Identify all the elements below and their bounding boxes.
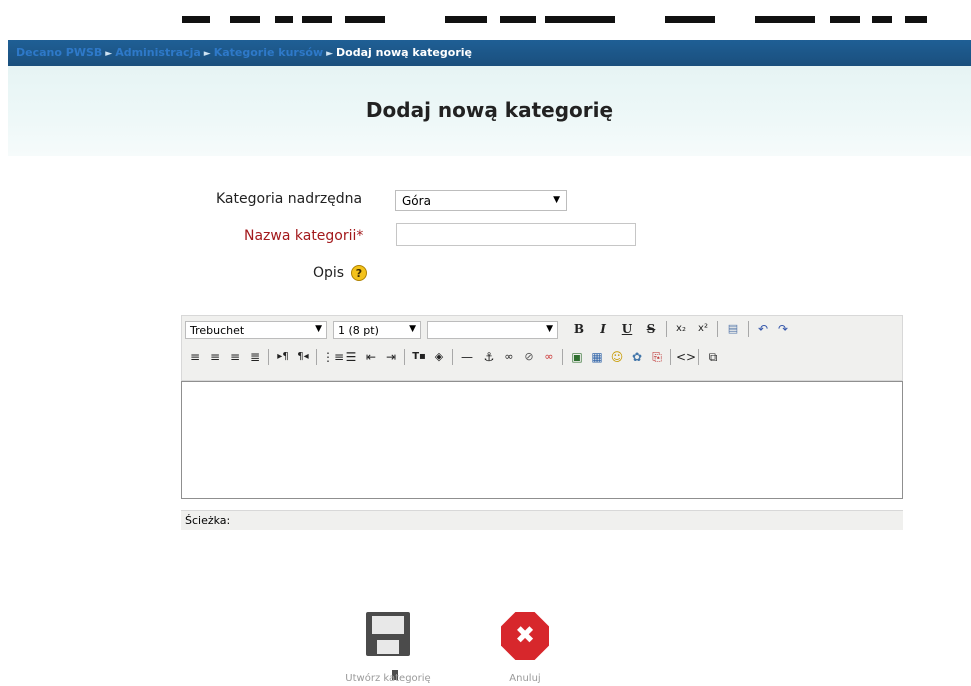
heading-band: Dodaj nową kategorię — [8, 66, 971, 156]
redo-icon[interactable]: ↷ — [774, 320, 792, 338]
help-icon[interactable]: ? — [351, 265, 367, 281]
toolbar-divider — [562, 349, 563, 365]
font-family-value: Trebuchet — [190, 324, 245, 337]
category-name-label: Nazwa kategorii* — [244, 228, 364, 244]
parent-category-value: Góra — [402, 194, 431, 208]
toolbar-divider — [748, 321, 749, 337]
site-banner — [0, 0, 971, 30]
toolbar-divider — [717, 321, 718, 337]
create-category-label: Utwórz kategorię — [345, 673, 431, 684]
font-size-value: 1 (8 pt) — [338, 324, 379, 337]
bold-icon[interactable]: B — [570, 320, 588, 338]
align-right-icon[interactable]: ≡ — [226, 348, 244, 366]
anchor-icon[interactable]: ⚓ — [480, 348, 498, 366]
strikethrough-icon[interactable]: S — [642, 320, 660, 338]
image-icon[interactable]: ▣ — [568, 348, 586, 366]
fullscreen-icon[interactable]: ⧉ — [704, 348, 722, 366]
font-family-select[interactable]: Trebuchet ▼ — [185, 321, 327, 339]
breadcrumb-separator: ► — [105, 49, 113, 59]
chevron-down-icon: ▼ — [409, 324, 416, 334]
breadcrumb: Decano PWSB ► Administracja ► Kategorie kurs… — [16, 46, 472, 59]
cancel-button[interactable]: ✖ Anuluj — [495, 612, 555, 686]
description-label: Opis — [313, 265, 345, 281]
create-category-button[interactable]: Utwórz kategorię — [338, 612, 438, 686]
search-replace-icon[interactable]: ⎘ — [648, 348, 666, 366]
ltr-icon[interactable]: ▸¶ — [274, 348, 292, 366]
paste-word-icon[interactable]: ▤ — [724, 320, 742, 338]
undo-icon[interactable]: ↶ — [754, 320, 772, 338]
breadcrumb-link-categories[interactable]: Kategorie kursów — [214, 46, 323, 59]
unordered-list-icon[interactable]: ☰ — [342, 348, 360, 366]
html-source-icon[interactable]: <> — [676, 348, 696, 366]
page-title: Dodaj nową kategorię — [365, 98, 614, 122]
parent-category-select[interactable]: Góra ▼ — [395, 190, 567, 211]
toolbar-divider — [268, 349, 269, 365]
breadcrumb-separator: ► — [326, 49, 334, 59]
chevron-down-icon: ▼ — [546, 324, 553, 334]
cancel-label: Anuluj — [509, 673, 541, 684]
breadcrumb-separator: ► — [203, 49, 211, 59]
editor-content-area[interactable] — [181, 381, 903, 499]
editor-path-bar: Ścieżka: — [181, 510, 903, 530]
category-name-input[interactable] — [396, 223, 636, 246]
rtl-icon[interactable]: ¶◂ — [294, 348, 312, 366]
toolbar-divider — [404, 349, 405, 365]
cancel-stop-icon: ✖ — [501, 612, 549, 660]
nolink-icon[interactable]: ∞ — [540, 348, 558, 366]
table-icon[interactable]: ▦ — [588, 348, 606, 366]
description-editor: Trebuchet ▼ 1 (8 pt) ▼ ▼ B I U S x₂ x² ▤ ↶… — [181, 315, 903, 533]
align-center-icon[interactable]: ≡ — [206, 348, 224, 366]
toolbar-divider — [452, 349, 453, 365]
editor-toolbar: Trebuchet ▼ 1 (8 pt) ▼ ▼ B I U S x₂ x² ▤ ↶… — [181, 315, 903, 381]
breadcrumb-link-admin[interactable]: Administracja — [115, 46, 201, 59]
text-color-icon[interactable]: T▪ — [410, 348, 428, 366]
background-color-icon[interactable]: ◈ — [430, 348, 448, 366]
chevron-down-icon: ▼ — [553, 195, 560, 205]
horizontal-rule-icon[interactable]: — — [458, 348, 476, 366]
smiley-icon[interactable]: ☺ — [608, 348, 626, 366]
paragraph-style-select[interactable]: ▼ — [427, 321, 558, 339]
indent-icon[interactable]: ⇥ — [382, 348, 400, 366]
font-size-select[interactable]: 1 (8 pt) ▼ — [333, 321, 421, 339]
superscript-icon[interactable]: x² — [694, 320, 712, 338]
align-justify-icon[interactable]: ≣ — [246, 348, 264, 366]
toolbar-divider — [670, 349, 671, 365]
outdent-icon[interactable]: ⇤ — [362, 348, 380, 366]
breadcrumb-bar: Decano PWSB ► Administracja ► Kategorie kurs… — [8, 40, 971, 66]
chevron-down-icon: ▼ — [315, 324, 322, 334]
breadcrumb-link-home[interactable]: Decano PWSB — [16, 46, 102, 59]
underline-icon[interactable]: U — [618, 320, 636, 338]
link-icon[interactable]: ∞ — [500, 348, 518, 366]
toolbar-divider — [698, 349, 699, 365]
toolbar-divider — [666, 321, 667, 337]
unlink-icon[interactable]: ⊘ — [520, 348, 538, 366]
parent-category-label: Kategoria nadrzędna — [216, 191, 363, 207]
save-floppy-icon — [366, 612, 410, 680]
toolbar-divider — [316, 349, 317, 365]
italic-icon[interactable]: I — [594, 320, 612, 338]
editor-path-label: Ścieżka: — [185, 514, 231, 527]
subscript-icon[interactable]: x₂ — [672, 320, 690, 338]
ordered-list-icon[interactable]: ⋮≡ — [322, 348, 344, 366]
breadcrumb-current: Dodaj nową kategorię — [336, 46, 472, 59]
align-left-icon[interactable]: ≡ — [186, 348, 204, 366]
special-char-icon[interactable]: ✿ — [628, 348, 646, 366]
